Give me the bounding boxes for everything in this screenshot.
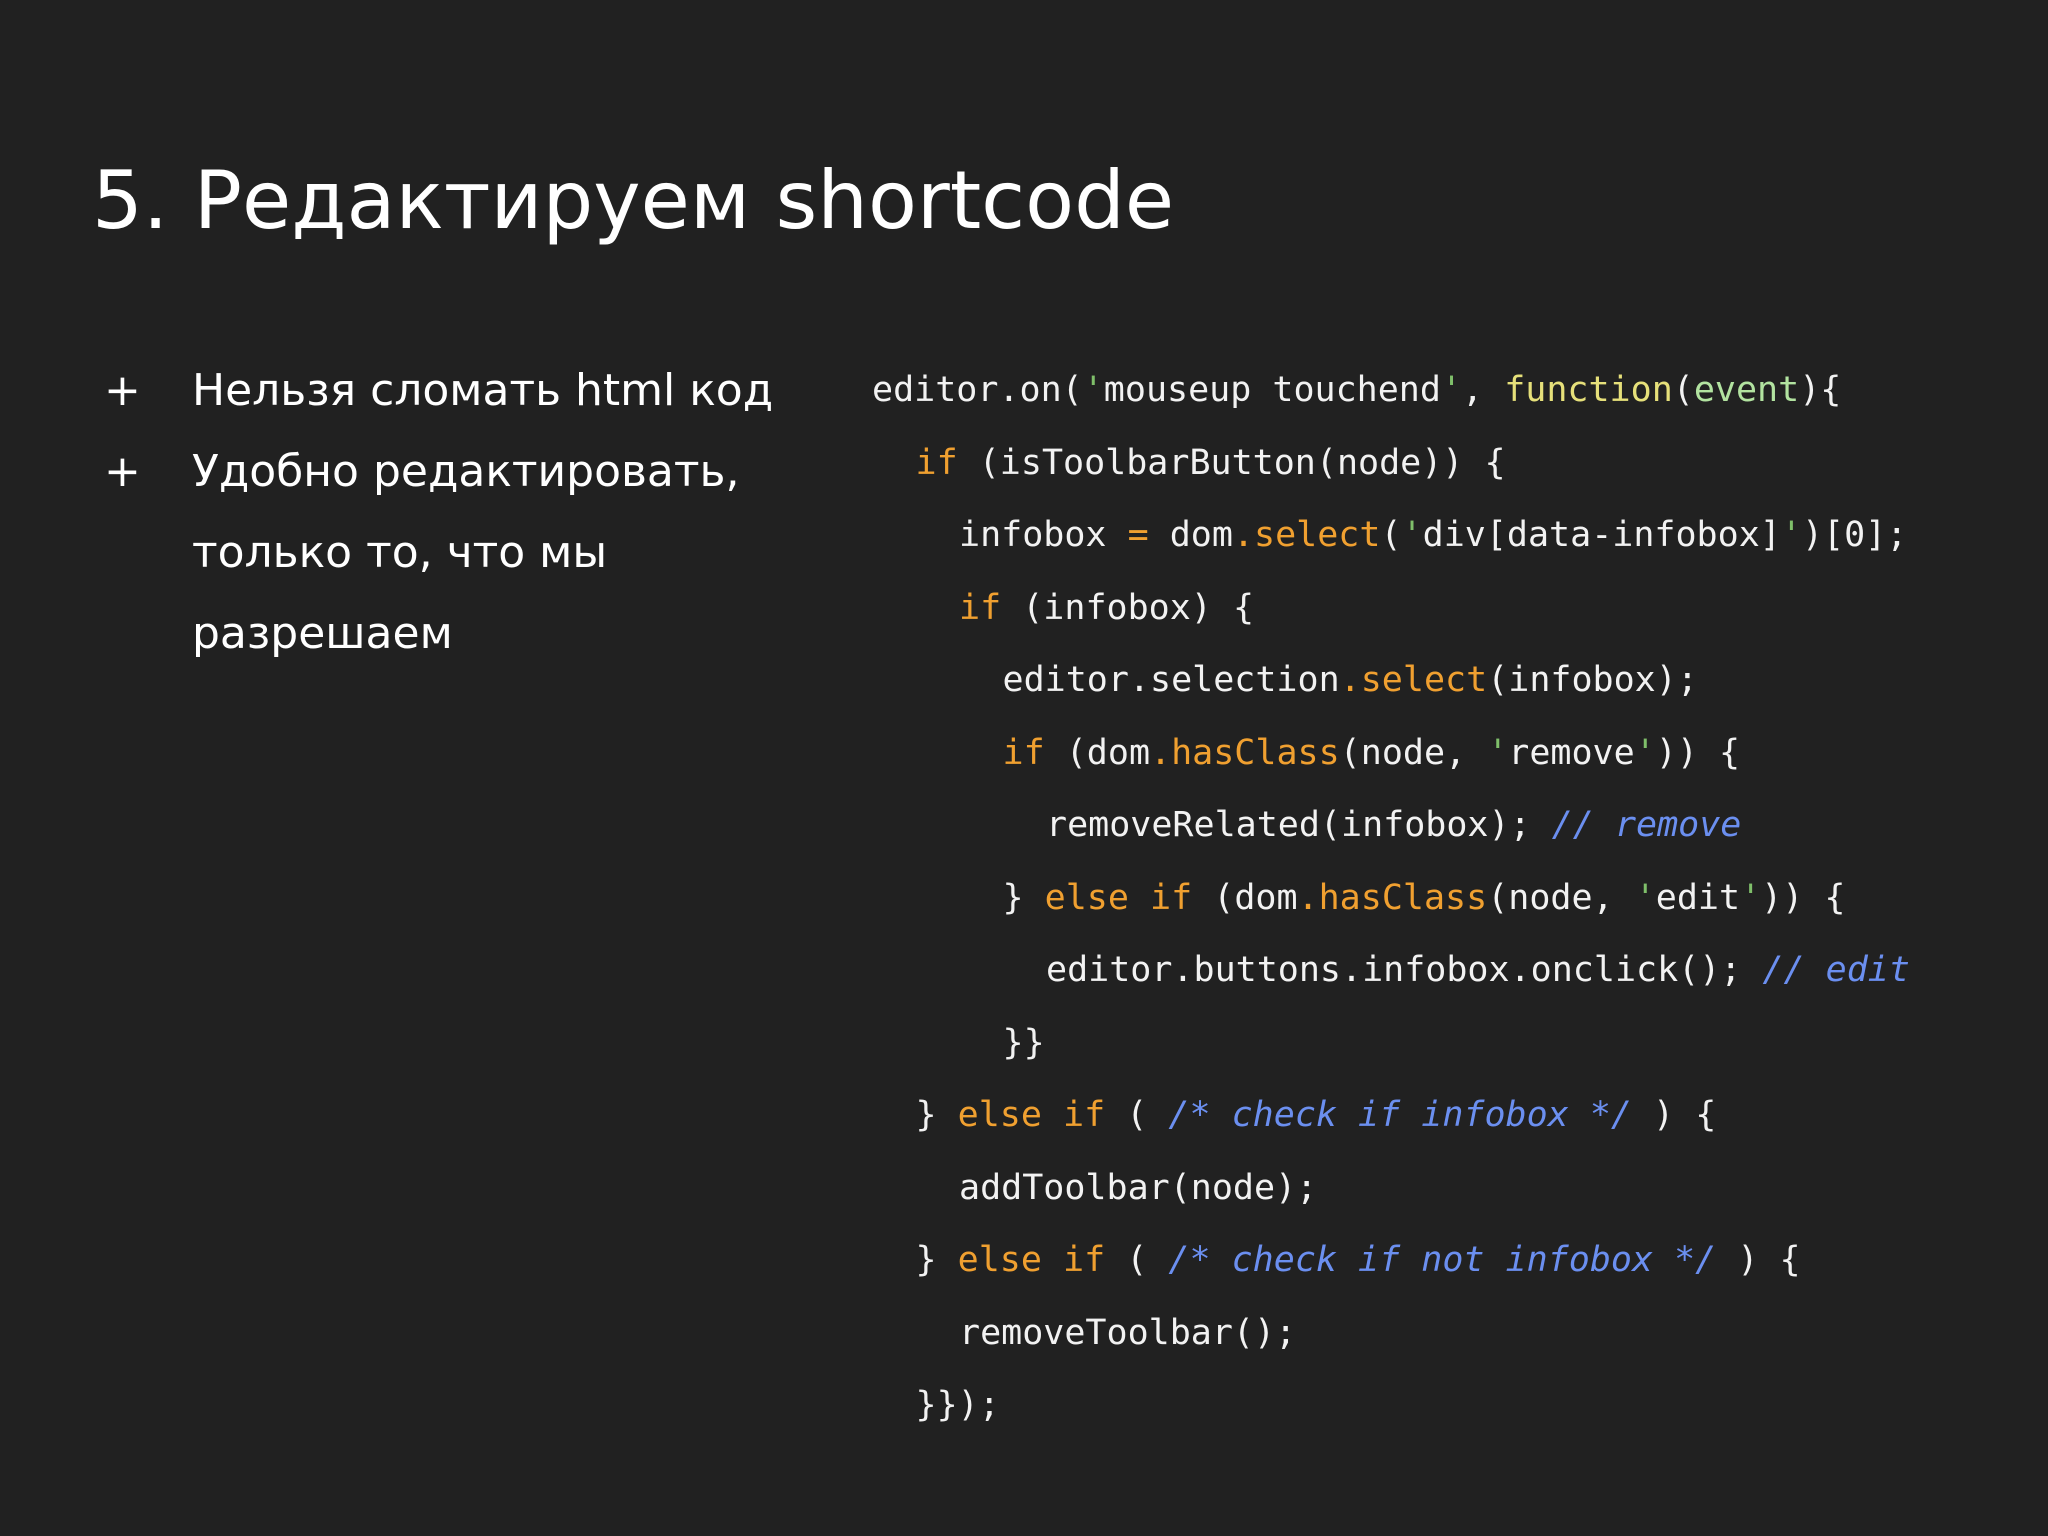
code-token-operator: = bbox=[1127, 515, 1149, 555]
code-line: if (isToolbarButton(node)) { bbox=[872, 427, 1910, 500]
code-token-plain: ( bbox=[1672, 370, 1694, 410]
code-token-plain: }} bbox=[1002, 1022, 1045, 1063]
code-token-keyword: if bbox=[959, 587, 1002, 628]
code-token-method: .select bbox=[1339, 660, 1488, 700]
code-token-param: event bbox=[1693, 370, 1800, 410]
code-token-function-keyword: function bbox=[1504, 370, 1673, 410]
code-token-plain: infobox bbox=[959, 515, 1128, 555]
code-token-plain: (infobox); bbox=[1487, 660, 1698, 700]
code-token-comment: // remove bbox=[1551, 805, 1742, 845]
code-token-plain: } bbox=[915, 1240, 958, 1280]
bullet-line: Нельзя сломать html код bbox=[192, 365, 774, 416]
code-line: }}); bbox=[872, 1369, 1910, 1442]
code-token-comment: // edit bbox=[1762, 950, 1910, 990]
code-token-plain: )) { bbox=[1655, 732, 1741, 773]
code-line: } else if ( /* check if infobox */ ) { bbox=[872, 1079, 1910, 1152]
code-token-plain: removeRelated(infobox); bbox=[1046, 805, 1552, 845]
code-token-plain: ) { bbox=[1716, 1240, 1801, 1280]
code-token-string: ' bbox=[1487, 732, 1509, 773]
code-token-plain: } bbox=[915, 1095, 958, 1135]
code-token-keyword: else if bbox=[1044, 877, 1193, 918]
bullet-item: + Удобно редактировать, только то, что м… bbox=[104, 431, 804, 674]
code-token-string: ' bbox=[1634, 732, 1656, 773]
code-token-string: ' bbox=[1634, 877, 1656, 918]
code-token-string: ' bbox=[1780, 515, 1802, 555]
code-token-plain: (node, bbox=[1487, 877, 1635, 918]
code-line: addToolbar(node); bbox=[872, 1152, 1910, 1225]
bullet-item: + Нельзя сломать html код bbox=[104, 350, 804, 431]
code-token-plain: (infobox) { bbox=[1001, 587, 1255, 628]
code-token-plain: div[data-infobox] bbox=[1422, 515, 1781, 555]
bullet-list: + Нельзя сломать html код + Удобно редак… bbox=[104, 350, 804, 674]
bullet-text: Нельзя сломать html код bbox=[192, 350, 773, 431]
code-token-method: .hasClass bbox=[1150, 732, 1340, 773]
code-token-string: ' bbox=[1401, 515, 1423, 555]
code-token-plain: remove bbox=[1508, 732, 1635, 773]
code-token-keyword: if bbox=[1002, 732, 1045, 773]
code-token-plain: )) { bbox=[1761, 877, 1846, 918]
code-token-plain: }}); bbox=[915, 1385, 1000, 1425]
plus-bullet-icon: + bbox=[104, 446, 141, 497]
code-token-plain: , bbox=[1462, 370, 1505, 410]
code-token-plain: mouseup touchend bbox=[1103, 370, 1441, 410]
code-token-plain: dom bbox=[1148, 515, 1233, 555]
code-line: if (infobox) { bbox=[872, 572, 1910, 645]
code-token-keyword: else if bbox=[957, 1240, 1106, 1280]
code-token-plain: editor.selection bbox=[1002, 660, 1340, 700]
code-token-plain: addToolbar(node); bbox=[959, 1167, 1318, 1208]
code-token-plain: ( bbox=[1380, 515, 1402, 555]
code-line: removeToolbar(); bbox=[872, 1297, 1910, 1370]
code-line: } else if (dom.hasClass(node, 'edit')) { bbox=[872, 862, 1910, 935]
code-token-keyword: if bbox=[915, 442, 958, 483]
code-token-method: .select bbox=[1232, 515, 1381, 555]
code-token-plain: (dom bbox=[1192, 877, 1298, 918]
code-token-plain: (dom bbox=[1044, 732, 1151, 773]
code-token-keyword: else if bbox=[957, 1095, 1106, 1135]
code-token-plain: ) { bbox=[1631, 1095, 1717, 1135]
code-line: }} bbox=[872, 1007, 1910, 1080]
code-line: removeRelated(infobox); // remove bbox=[872, 789, 1910, 862]
code-token-comment: /* check if not infobox */ bbox=[1168, 1240, 1717, 1280]
code-token-plain: removeToolbar(); bbox=[959, 1312, 1297, 1353]
bullet-line: Удобно редактировать, bbox=[192, 446, 740, 497]
bullet-line: только то, что мы bbox=[192, 527, 608, 578]
code-token-plain: ( bbox=[1105, 1095, 1169, 1135]
code-token-plain: (node, bbox=[1339, 732, 1488, 773]
code-token-plain: )[0]; bbox=[1801, 515, 1908, 555]
code-token-string: ' bbox=[1740, 877, 1762, 918]
code-token-comment: /* check if infobox */ bbox=[1168, 1095, 1632, 1135]
code-token-plain: } bbox=[1002, 877, 1045, 918]
bullet-line: разрешаем bbox=[192, 608, 453, 659]
code-block: editor.on('mouseup touchend', function(e… bbox=[872, 354, 1910, 1442]
code-token-string: ' bbox=[1082, 370, 1104, 410]
code-line: } else if ( /* check if not infobox */ )… bbox=[872, 1224, 1910, 1297]
slide-title: 5. Редактируем shortcode bbox=[92, 154, 1175, 247]
code-token-method: .hasClass bbox=[1297, 877, 1488, 918]
code-token-plain: edit bbox=[1655, 877, 1741, 918]
plus-bullet-icon: + bbox=[104, 365, 141, 416]
code-token-plain: ( bbox=[1105, 1240, 1169, 1280]
code-line: editor.selection.select(infobox); bbox=[872, 644, 1910, 717]
code-token-string: ' bbox=[1440, 370, 1463, 410]
code-token-plain: editor.buttons.infobox.onclick(); bbox=[1046, 950, 1763, 990]
code-token-plain: ){ bbox=[1799, 370, 1842, 410]
code-line: editor.on('mouseup touchend', function(e… bbox=[872, 354, 1910, 427]
code-token-plain: (isToolbarButton(node)) { bbox=[957, 442, 1506, 483]
code-token-plain: editor.on( bbox=[872, 370, 1083, 410]
code-line: editor.buttons.infobox.onclick(); // edi… bbox=[872, 934, 1910, 1007]
bullet-text: Удобно редактировать, только то, что мы … bbox=[192, 431, 739, 674]
code-line: infobox = dom.select('div[data-infobox]'… bbox=[872, 499, 1910, 572]
code-line: if (dom.hasClass(node, 'remove')) { bbox=[872, 717, 1910, 790]
